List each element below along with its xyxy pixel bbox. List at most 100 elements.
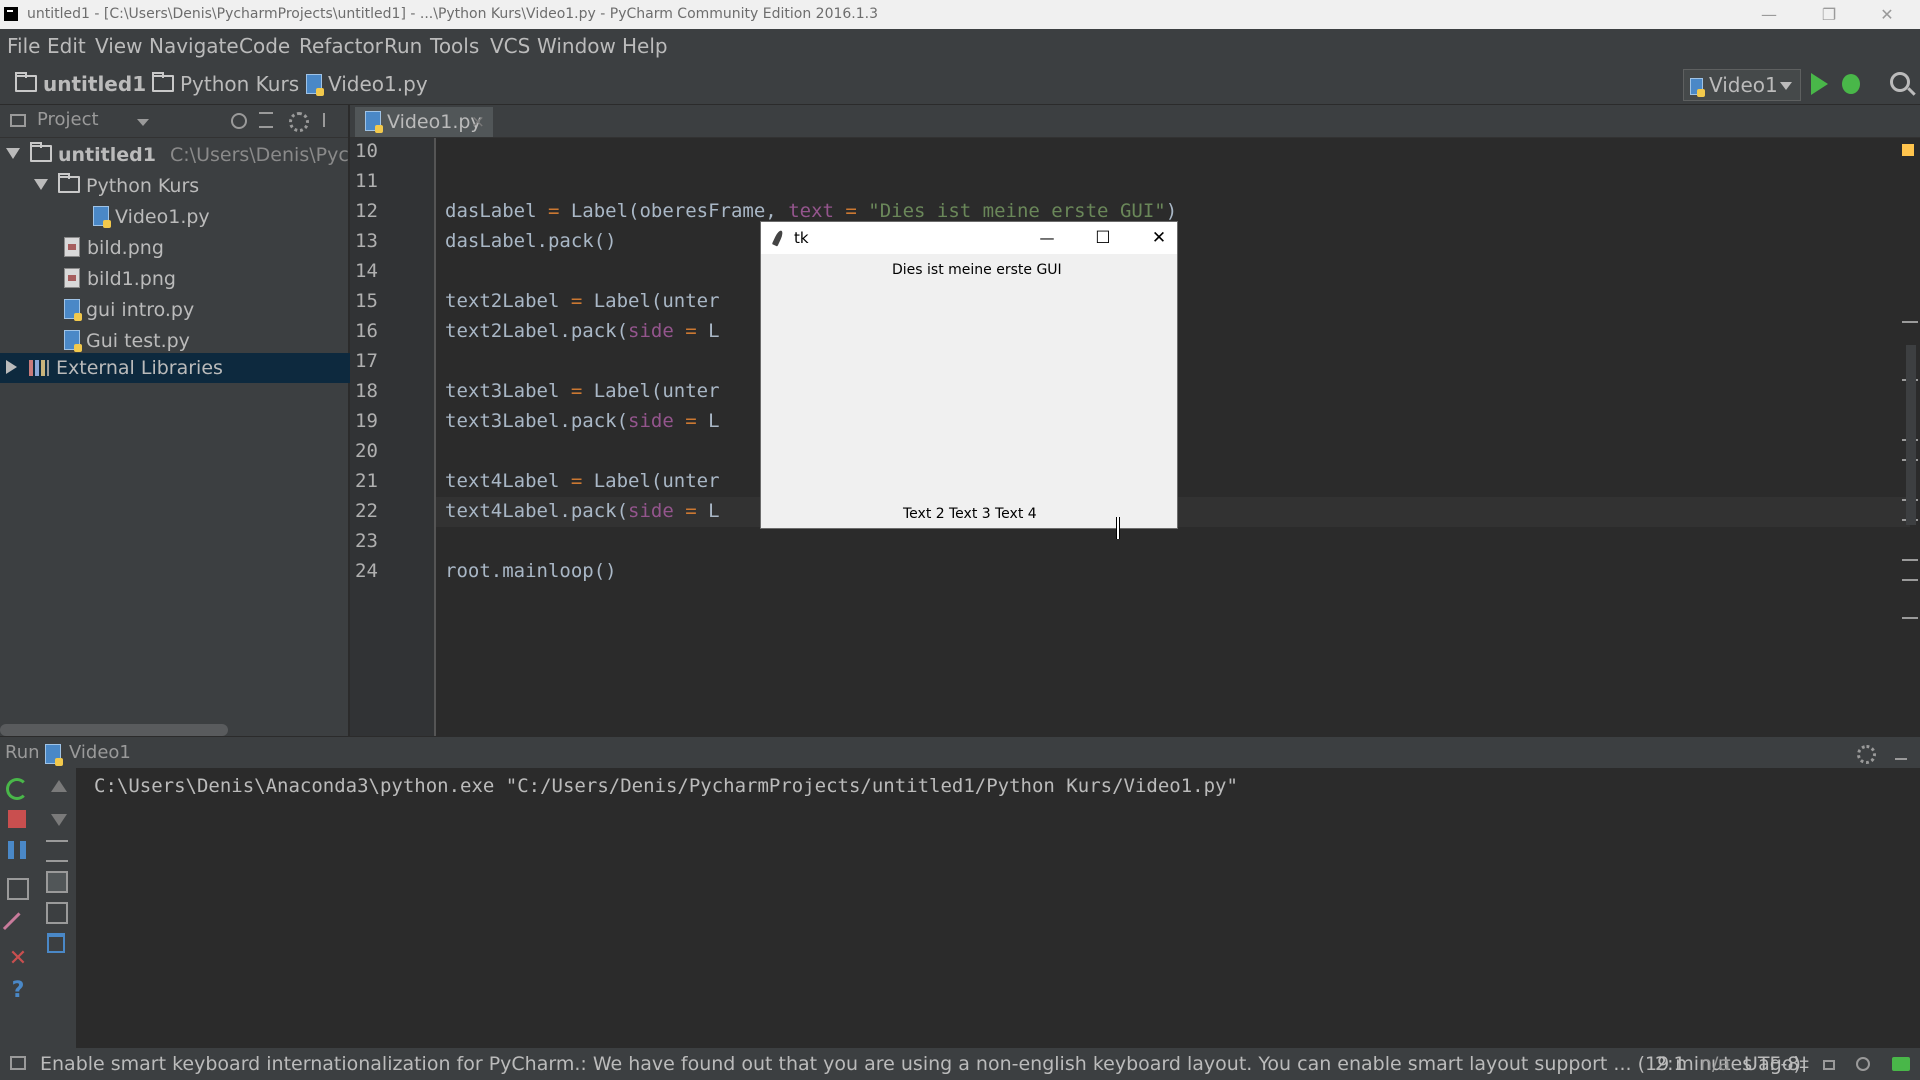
- tab-video1-py[interactable]: Video1.py ×: [355, 107, 493, 137]
- down-arrow-icon[interactable]: [48, 808, 70, 830]
- tree-item-python-kurs[interactable]: Python Kurs: [0, 171, 382, 201]
- inspection-status-icon[interactable]: [1902, 144, 1914, 156]
- debug-bug-icon[interactable]: [1842, 74, 1860, 94]
- folder-icon: [152, 72, 174, 92]
- code-line-13: dasLabel.pack(): [445, 230, 617, 252]
- menu-edit[interactable]: Edit: [47, 29, 86, 64]
- print-icon[interactable]: [46, 902, 68, 924]
- chevron-down-icon: [1780, 82, 1792, 90]
- run-button[interactable]: [1811, 73, 1828, 95]
- menu-view[interactable]: View: [95, 29, 142, 64]
- close-icon[interactable]: ✕: [7, 948, 29, 970]
- menu-help[interactable]: Help: [622, 29, 668, 64]
- line-number: 13: [355, 230, 378, 252]
- window-restore-button[interactable]: ❐: [1806, 0, 1852, 29]
- tree-item-untitled1[interactable]: untitled1 C:\Users\Denis\Pychar: [0, 140, 380, 170]
- run-toolbar: ✕ ?: [0, 768, 76, 1048]
- breadcrumb-file[interactable]: Video1.py: [306, 70, 428, 98]
- inspector-icon[interactable]: [1856, 1057, 1870, 1071]
- breadcrumb-project[interactable]: untitled1: [15, 70, 146, 98]
- pin-icon[interactable]: [2, 912, 37, 946]
- line-number: 11: [355, 170, 378, 192]
- tk-maximize-button[interactable]: ☐: [1083, 222, 1123, 254]
- run-panel-config[interactable]: Video1: [69, 737, 131, 768]
- status-bar: Enable smart keyboard internationalizati…: [0, 1048, 1920, 1080]
- hide-panel-icon[interactable]: [323, 113, 339, 127]
- error-stripe-mark[interactable]: [1902, 579, 1918, 581]
- menu-refactor[interactable]: Refactor: [299, 29, 383, 64]
- up-arrow-icon[interactable]: [48, 778, 70, 800]
- hide-panel-icon[interactable]: [1895, 746, 1907, 760]
- tk-label-text2: Text 2: [903, 506, 945, 522]
- python-file-icon: [93, 206, 111, 228]
- run-panel-label: Run: [5, 742, 40, 763]
- window-minimize-button[interactable]: —: [1746, 0, 1792, 29]
- line-number: 18: [355, 380, 378, 402]
- line-number: 19: [355, 410, 378, 432]
- status-message[interactable]: Enable smart keyboard internationalizati…: [40, 1048, 1801, 1080]
- tk-minimize-button[interactable]: —: [1027, 222, 1067, 254]
- resize-cursor-icon: [1116, 517, 1120, 539]
- chevron-down-icon[interactable]: [137, 119, 149, 126]
- line-number: 12: [355, 200, 378, 222]
- restore-layout-icon[interactable]: [7, 878, 29, 900]
- breadcrumb-folder[interactable]: Python Kurs: [152, 70, 299, 98]
- event-log-icon[interactable]: [1892, 1057, 1910, 1071]
- tree-item-external-libraries[interactable]: External Libraries: [0, 353, 354, 383]
- run-console[interactable]: [76, 768, 1920, 1048]
- run-config-dropdown[interactable]: Video1: [1683, 69, 1801, 101]
- python-file-icon: [1690, 78, 1705, 97]
- code-line-15: text2Label = Label(unter: [445, 290, 720, 312]
- gear-icon[interactable]: [289, 112, 309, 132]
- library-icon: [29, 360, 49, 376]
- soft-wrap-icon[interactable]: [46, 840, 68, 862]
- folder-icon: [30, 142, 52, 162]
- window-close-button[interactable]: ✕: [1864, 0, 1910, 29]
- line-separator-status[interactable]: n/a: [1700, 1048, 1730, 1080]
- project-horizontal-scrollbar[interactable]: [0, 724, 228, 736]
- stop-icon[interactable]: [8, 810, 26, 828]
- lock-icon[interactable]: [1823, 1060, 1835, 1070]
- error-stripe-mark[interactable]: [1902, 559, 1918, 561]
- project-tree: untitled1 C:\Users\Denis\Pychar Python K…: [0, 138, 380, 736]
- notification-icon[interactable]: [10, 1056, 26, 1070]
- collapse-all-icon[interactable]: [259, 112, 273, 128]
- python-file-icon: [64, 330, 82, 352]
- line-number: 10: [355, 140, 378, 162]
- window-titlebar: untitled1 - [C:\Users\Denis\PycharmProje…: [0, 0, 1920, 29]
- tk-label-text4: Text 4: [995, 506, 1037, 522]
- python-file-icon: [64, 299, 82, 321]
- menu-navigate[interactable]: Navigate: [149, 29, 239, 64]
- trash-icon[interactable]: [47, 933, 65, 953]
- scroll-to-end-icon[interactable]: [46, 871, 68, 893]
- project-view-label[interactable]: Project: [37, 109, 99, 130]
- cursor-position[interactable]: 2:1: [1655, 1048, 1686, 1080]
- help-icon[interactable]: ?: [7, 980, 29, 1002]
- line-number: 20: [355, 440, 378, 462]
- error-stripe-mark[interactable]: [1902, 617, 1918, 619]
- tk-titlebar[interactable]: tk — ☐ ✕: [761, 222, 1177, 254]
- editor-vertical-scrollbar[interactable]: [1906, 345, 1916, 525]
- tab-close-icon[interactable]: ×: [471, 107, 485, 137]
- error-stripe-mark[interactable]: [1902, 321, 1918, 323]
- file-encoding-status[interactable]: UTF-8‡: [1744, 1048, 1809, 1080]
- menu-file[interactable]: File: [7, 29, 40, 64]
- scroll-from-source-icon[interactable]: [231, 113, 247, 129]
- menu-bar: File Edit View Navigate Code Refactor Ru…: [0, 29, 1920, 64]
- console-command-line: C:\Users\Denis\Anaconda3\python.exe "C:/…: [94, 775, 1238, 797]
- window-title: untitled1 - [C:\Users\Denis\PycharmProje…: [27, 6, 879, 22]
- python-file-icon: [365, 111, 383, 133]
- tk-close-button[interactable]: ✕: [1139, 222, 1179, 254]
- code-line-18: text3Label = Label(unter: [445, 380, 720, 402]
- menu-vcs[interactable]: VCS: [490, 29, 530, 64]
- rerun-icon[interactable]: [6, 778, 28, 800]
- menu-tools[interactable]: Tools: [430, 29, 479, 64]
- line-number: 14: [355, 260, 378, 282]
- menu-run[interactable]: Run: [384, 29, 422, 64]
- navigation-bar: untitled1 Python Kurs Video1.py Video1: [0, 64, 1920, 105]
- pause-icon[interactable]: [8, 841, 26, 859]
- collapse-arrow-icon: [6, 360, 17, 374]
- gear-icon[interactable]: [1857, 745, 1876, 764]
- menu-code[interactable]: Code: [239, 29, 290, 64]
- menu-window[interactable]: Window: [537, 29, 616, 64]
